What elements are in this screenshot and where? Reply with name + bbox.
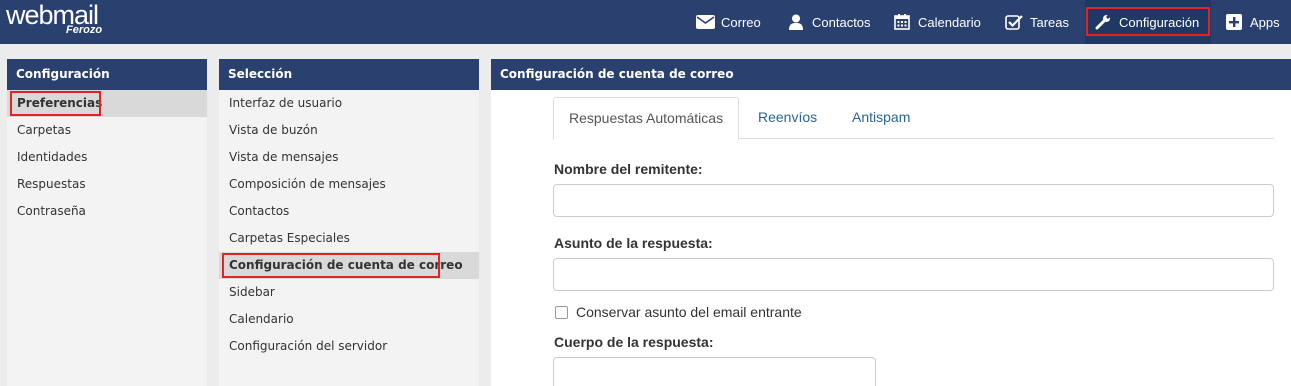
selection-item-vista-mensajes[interactable]: Vista de mensajes (219, 144, 479, 171)
settings-sections-panel: Configuración Preferencias Carpetas Iden… (7, 59, 207, 386)
selection-item-label: Calendario (229, 312, 294, 326)
nav-correo-label: Correo (721, 14, 761, 30)
webmail-ferozo-logo[interactable]: webmail Ferozo (6, 1, 102, 36)
selection-item-label: Configuración del servidor (229, 339, 388, 353)
calendar-icon (892, 13, 912, 31)
selection-item-label: Interfaz de usuario (229, 96, 343, 110)
nav-contactos-label: Contactos (812, 14, 871, 30)
reply-body-textarea[interactable] (553, 357, 876, 386)
keep-subject-checkbox[interactable]: Conservar asunto del email entrante (555, 304, 802, 320)
tab-antispam[interactable]: Antispam (852, 97, 910, 139)
selection-item-servidor[interactable]: Configuración del servidor (219, 333, 479, 360)
nav-apps-label: Apps (1250, 14, 1280, 30)
sender-name-input[interactable] (553, 184, 1274, 217)
reply-subject-input[interactable] (553, 258, 1274, 291)
selection-item-contactos[interactable]: Contactos (219, 198, 479, 225)
preferences-selection-panel: Selección Interfaz de usuario Vista de b… (219, 59, 479, 386)
logo-sub-text: Ferozo (66, 24, 103, 36)
account-settings-title: Configuración de cuenta de correo (491, 59, 1291, 90)
selection-item-label: Vista de mensajes (229, 150, 339, 164)
selection-item-cuenta-correo[interactable]: Configuración de cuenta de correo (219, 252, 479, 279)
envelope-icon (695, 13, 715, 31)
checkbox-icon (1004, 13, 1024, 31)
user-icon (786, 13, 806, 31)
nav-contactos[interactable]: Contactos (786, 0, 871, 44)
section-item-label: Contraseña (17, 204, 86, 218)
highlight-box (222, 253, 440, 278)
selection-item-composicion[interactable]: Composición de mensajes (219, 171, 479, 198)
account-settings-panel: Configuración de cuenta de correo Respue… (491, 59, 1291, 386)
section-item-carpetas[interactable]: Carpetas (7, 117, 207, 144)
selection-list: Interfaz de usuario Vista de buzón Vista… (219, 90, 479, 360)
settings-sections-list: Preferencias Carpetas Identidades Respue… (7, 90, 207, 225)
selection-item-label: Sidebar (229, 285, 275, 299)
selection-item-carpetas-especiales[interactable]: Carpetas Especiales (219, 225, 479, 252)
highlight-box (10, 91, 101, 116)
sender-name-label: Nombre del remitente: (554, 161, 703, 177)
section-item-respuestas[interactable]: Respuestas (7, 171, 207, 198)
selection-item-label: Vista de buzón (229, 123, 318, 137)
nav-calendario[interactable]: Calendario (892, 0, 981, 44)
nav-tareas-label: Tareas (1030, 14, 1070, 30)
section-item-identidades[interactable]: Identidades (7, 144, 207, 171)
reply-body-label: Cuerpo de la respuesta: (554, 334, 714, 350)
settings-sections-title: Configuración (7, 59, 207, 90)
nav-calendario-label: Calendario (918, 14, 981, 30)
section-item-label: Carpetas (17, 123, 71, 137)
nav-configuracion[interactable]: Configuración (1085, 0, 1211, 44)
nav-apps[interactable]: Apps (1224, 0, 1280, 44)
plus-square-icon (1224, 13, 1244, 31)
selection-title: Selección (219, 59, 479, 90)
selection-item-label: Contactos (229, 204, 290, 218)
selection-item-calendario[interactable]: Calendario (219, 306, 479, 333)
settings-tabs: Respuestas Automáticas Reenvíos Antispam (553, 97, 1274, 140)
selection-item-interfaz[interactable]: Interfaz de usuario (219, 90, 479, 117)
keep-subject-label: Conservar asunto del email entrante (576, 304, 802, 320)
top-navbar: webmail Ferozo Correo Contactos Calendar… (0, 0, 1291, 44)
nav-tareas[interactable]: Tareas (1004, 0, 1069, 44)
section-item-contrasena[interactable]: Contraseña (7, 198, 207, 225)
selection-item-label: Composición de mensajes (229, 177, 386, 191)
reply-subject-label: Asunto de la respuesta: (554, 235, 713, 251)
section-item-preferencias[interactable]: Preferencias (7, 90, 207, 117)
selection-item-sidebar[interactable]: Sidebar (219, 279, 479, 306)
nav-configuracion-label: Configuración (1119, 14, 1200, 30)
checkbox-box[interactable] (555, 305, 568, 319)
section-item-label: Identidades (17, 150, 88, 164)
section-item-label: Respuestas (17, 177, 86, 191)
tab-reenvios[interactable]: Reenvíos (758, 97, 817, 139)
tab-respuestas-automaticas[interactable]: Respuestas Automáticas (553, 97, 740, 140)
selection-item-label: Carpetas Especiales (229, 231, 350, 245)
nav-correo[interactable]: Correo (695, 0, 761, 44)
selection-item-vista-buzon[interactable]: Vista de buzón (219, 117, 479, 144)
